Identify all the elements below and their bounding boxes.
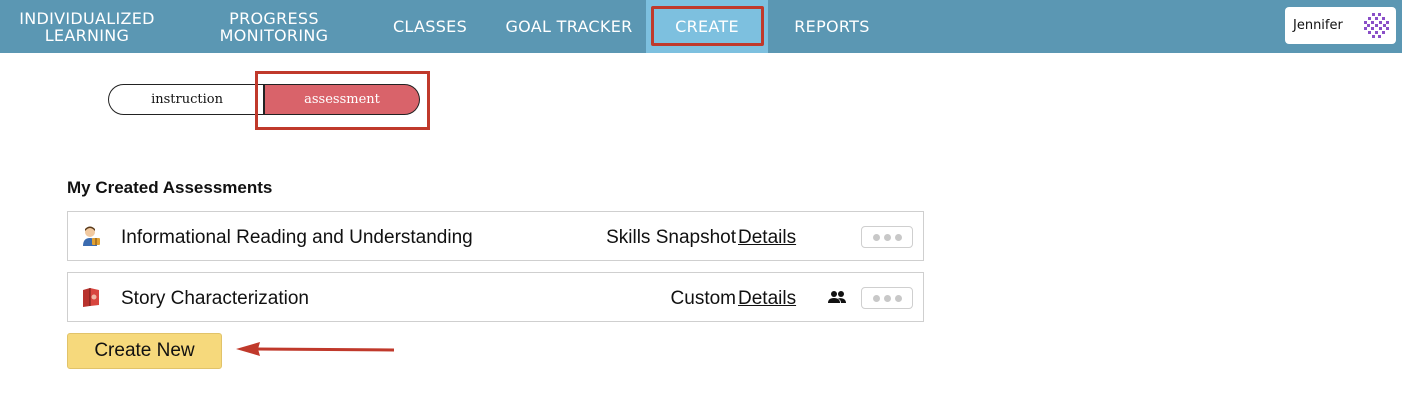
shared-users-icon	[828, 291, 846, 303]
assessment-name: Story Characterization	[121, 288, 309, 309]
user-menu[interactable]: Jennifer	[1285, 7, 1396, 44]
more-options-button[interactable]	[861, 226, 913, 248]
book-icon	[83, 288, 99, 307]
dot-icon	[894, 294, 902, 302]
nav-classes[interactable]: CLASSES	[385, 0, 475, 53]
user-name: Jennifer	[1293, 18, 1343, 33]
assessment-type: Custom	[670, 288, 736, 309]
nav-goal-tracker[interactable]: GOAL TRACKER	[494, 0, 644, 53]
more-options-button[interactable]	[861, 287, 913, 309]
nav-label-line: PROGRESS	[229, 8, 319, 28]
assessment-row: Informational Reading and Understanding …	[67, 211, 924, 261]
toggle-divider	[263, 84, 265, 115]
dot-icon	[883, 233, 891, 241]
mode-toggle: instruction assessment	[108, 84, 420, 115]
toggle-instruction[interactable]: instruction	[108, 84, 265, 115]
nav-reports[interactable]: REPORTS	[780, 0, 884, 53]
dot-icon	[883, 294, 891, 302]
details-link[interactable]: Details	[738, 288, 796, 310]
nav-label-line: MONITORING	[219, 25, 329, 45]
student-reading-icon	[83, 226, 100, 246]
toggle-assessment[interactable]: assessment	[265, 84, 420, 115]
nav-individualized-learning[interactable]: INDIVIDUALIZED LEARNING	[0, 0, 174, 53]
assessment-type: Skills Snapshot	[606, 227, 736, 248]
avatar-icon	[1362, 11, 1391, 40]
section-title: My Created Assessments	[67, 178, 273, 197]
create-new-button[interactable]: Create New	[67, 333, 222, 369]
annotation-arrow-icon	[236, 342, 395, 356]
nav-label-line: INDIVIDUALIZED	[19, 8, 155, 28]
assessment-row: Story Characterization Custom Details	[67, 272, 924, 322]
dot-icon	[894, 233, 902, 241]
dot-icon	[872, 233, 880, 241]
assessment-name: Informational Reading and Understanding	[121, 227, 473, 248]
dot-icon	[872, 294, 880, 302]
top-navigation-bar: INDIVIDUALIZED LEARNING PROGRESS MONITOR…	[0, 0, 1402, 53]
nav-label-line: LEARNING	[44, 25, 130, 45]
details-link[interactable]: Details	[738, 227, 796, 249]
nav-create[interactable]: CREATE	[646, 0, 768, 53]
nav-progress-monitoring[interactable]: PROGRESS MONITORING	[204, 0, 344, 53]
